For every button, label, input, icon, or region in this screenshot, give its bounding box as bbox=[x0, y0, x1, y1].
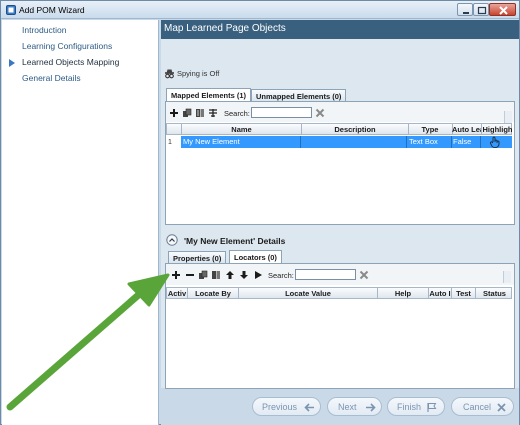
column-header-test[interactable]: Test bbox=[452, 288, 476, 299]
maximize-button[interactable] bbox=[473, 3, 489, 16]
arrow-left-icon bbox=[304, 403, 314, 412]
elements-search-input[interactable] bbox=[251, 107, 312, 118]
previous-label: Previous bbox=[262, 402, 298, 412]
clear-search-icon[interactable] bbox=[315, 108, 325, 118]
elements-grid-scrollbar[interactable] bbox=[504, 111, 512, 123]
locators-grid-header: Activ Locate By Locate Value Help Auto I… bbox=[166, 287, 512, 299]
close-icon bbox=[499, 6, 508, 15]
page-title: Map Learned Page Objects bbox=[164, 23, 286, 34]
finish-button[interactable]: Finish bbox=[387, 397, 445, 416]
cell-auto-learn[interactable]: False bbox=[451, 136, 481, 148]
maximize-icon bbox=[477, 6, 487, 15]
remove-locator-icon[interactable] bbox=[185, 270, 195, 280]
copy-locator-icon[interactable] bbox=[211, 270, 221, 280]
table-row[interactable]: My New Element Text Box False bbox=[181, 136, 512, 148]
nav-item-general-details[interactable]: General Details bbox=[22, 73, 81, 83]
column-header-description[interactable]: Description bbox=[302, 124, 409, 135]
minimize-icon bbox=[463, 12, 469, 14]
previous-button[interactable]: Previous bbox=[252, 397, 321, 416]
cancel-label: Cancel bbox=[463, 402, 492, 412]
tab-mapped-elements[interactable]: Mapped Elements (1) bbox=[166, 88, 252, 101]
add-locator-icon[interactable] bbox=[171, 270, 181, 280]
tab-locators[interactable]: Locators (0) bbox=[229, 250, 282, 263]
next-label: Next bbox=[338, 402, 357, 412]
title-bar[interactable]: Add POM Wizard bbox=[1, 1, 519, 19]
spy-icon bbox=[165, 69, 174, 79]
filter-icon[interactable] bbox=[208, 108, 218, 118]
current-step-arrow-icon bbox=[9, 59, 15, 67]
column-header-active[interactable]: Activ bbox=[167, 288, 188, 299]
column-header-name[interactable]: Name bbox=[182, 124, 302, 135]
column-header-locate-by[interactable]: Locate By bbox=[188, 288, 239, 299]
clear-locators-search-icon[interactable] bbox=[359, 270, 369, 280]
nav-item-learning-configurations[interactable]: Learning Configurations bbox=[22, 41, 112, 51]
minimize-button[interactable] bbox=[457, 3, 473, 16]
elements-grid-header: Name Description Type Auto Lea Highligh bbox=[166, 123, 513, 135]
tab-unmapped-elements[interactable]: Unmapped Elements (0) bbox=[251, 89, 347, 101]
column-header-type[interactable]: Type bbox=[408, 124, 453, 135]
cell-type[interactable]: Text Box bbox=[407, 136, 452, 148]
duplicate-locator-icon[interactable] bbox=[198, 270, 208, 280]
elements-toolbar bbox=[166, 102, 514, 122]
move-up-icon[interactable] bbox=[225, 270, 235, 280]
cancel-button[interactable]: Cancel bbox=[451, 397, 514, 416]
column-header-help[interactable]: Help bbox=[378, 288, 429, 299]
cell-description[interactable] bbox=[301, 136, 407, 148]
column-header-auto-learn[interactable]: Auto Lea bbox=[452, 124, 482, 135]
locators-search-label: Search: bbox=[268, 271, 294, 280]
test-locators-play-icon[interactable] bbox=[253, 270, 263, 280]
cell-name[interactable]: My New Element bbox=[181, 136, 301, 148]
hand-pointer-icon[interactable] bbox=[489, 136, 501, 148]
nav-item-introduction[interactable]: Introduction bbox=[22, 25, 66, 35]
next-button[interactable]: Next bbox=[327, 397, 382, 416]
cell-highlight[interactable] bbox=[481, 136, 512, 148]
add-icon[interactable] bbox=[169, 108, 179, 118]
finish-label: Finish bbox=[397, 402, 422, 412]
duplicate-icon[interactable] bbox=[182, 108, 192, 118]
arrow-right-icon bbox=[366, 403, 376, 412]
spy-status-label: Spying is Off bbox=[177, 69, 220, 78]
window-title: Add POM Wizard bbox=[19, 5, 85, 15]
row-index: 1 bbox=[168, 139, 172, 146]
column-header-status[interactable]: Status bbox=[476, 288, 513, 299]
page-header: Map Learned Page Objects bbox=[161, 20, 519, 39]
locators-grid-scrollbar[interactable] bbox=[503, 271, 511, 283]
close-window-button[interactable] bbox=[489, 3, 516, 16]
cancel-x-icon bbox=[497, 403, 506, 412]
copy-properties-icon[interactable] bbox=[195, 108, 205, 118]
column-header-highlight[interactable]: Highligh bbox=[482, 124, 513, 135]
locators-search-input[interactable] bbox=[295, 269, 356, 280]
app-icon bbox=[6, 5, 16, 15]
collapse-details-icon[interactable] bbox=[166, 234, 178, 246]
row-index-header bbox=[167, 124, 182, 135]
nav-item-learned-objects-mapping[interactable]: Learned Objects Mapping bbox=[22, 57, 119, 67]
move-down-icon[interactable] bbox=[239, 270, 249, 280]
column-header-locate-value[interactable]: Locate Value bbox=[239, 288, 378, 299]
elements-search-label: Search: bbox=[224, 109, 250, 118]
details-title: 'My New Element' Details bbox=[184, 236, 286, 246]
tab-properties[interactable]: Properties (0) bbox=[168, 251, 227, 263]
finish-flag-icon bbox=[427, 403, 437, 412]
column-header-auto-learned[interactable]: Auto I bbox=[429, 288, 452, 299]
wizard-window: Add POM Wizard Introduction Learning Con… bbox=[0, 0, 520, 425]
